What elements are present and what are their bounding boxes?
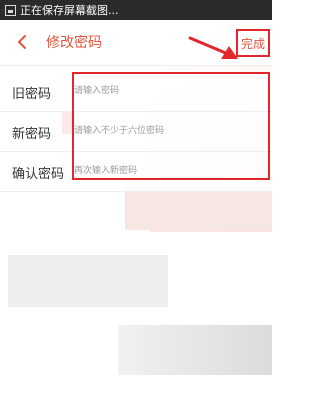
page-title: 修改密码: [46, 35, 102, 51]
confirm-password-input[interactable]: [74, 160, 260, 182]
new-password-label: 新密码: [12, 127, 52, 142]
status-bar: 正在保存屏幕截图...: [0, 0, 272, 20]
old-password-row: 旧密码: [0, 72, 272, 112]
screenshot-icon: [5, 4, 16, 16]
confirm-password-row: 确认密码: [0, 152, 272, 192]
change-password-form: 旧密码 新密码 确认密码: [0, 72, 272, 192]
old-password-input[interactable]: [74, 80, 260, 102]
back-arrow-icon[interactable]: [14, 33, 32, 51]
new-password-input[interactable]: [74, 120, 260, 142]
new-password-row: 新密码: [0, 112, 272, 152]
done-button[interactable]: 完成: [236, 29, 270, 57]
background-block: [8, 255, 168, 307]
confirm-password-label: 确认密码: [12, 167, 65, 182]
annotation-arrow-icon: [188, 36, 238, 59]
status-text: 正在保存屏幕截图...: [20, 4, 119, 17]
background-block: [118, 325, 272, 375]
old-password-label: 旧密码: [12, 87, 52, 102]
app-bar: 修改密码 完成: [0, 20, 272, 66]
